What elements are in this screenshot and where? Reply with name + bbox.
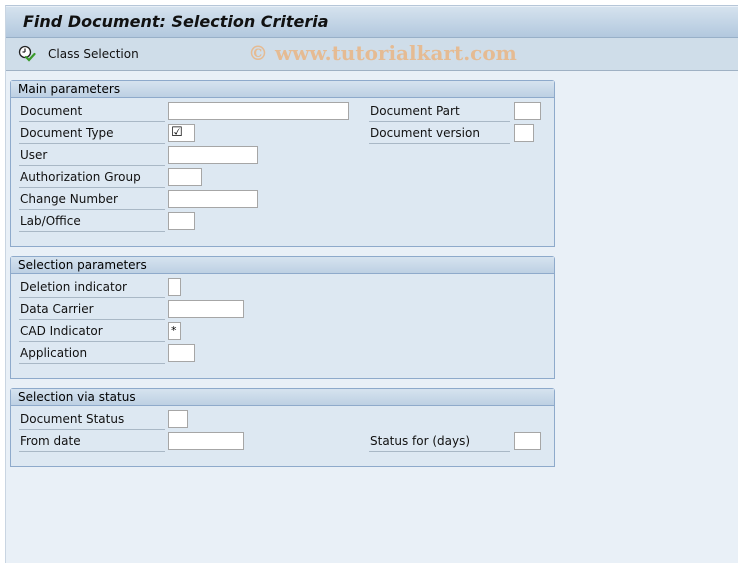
field-label: Document Part [369, 102, 510, 122]
from-date-input[interactable] [168, 432, 244, 450]
group-title: Selection via status [11, 389, 554, 406]
document-input[interactable] [168, 102, 349, 120]
row-application: Application [19, 344, 349, 364]
field-label: Data Carrier [19, 300, 165, 320]
field-label: Application [19, 344, 165, 364]
execute-clock-check-icon [18, 45, 36, 63]
field-label: User [19, 146, 165, 166]
document-part-input[interactable] [514, 102, 541, 120]
field-label: Document version [369, 124, 510, 144]
title-bar: Find Document: Selection Criteria [6, 7, 738, 38]
change-number-input[interactable] [168, 190, 258, 208]
row-document-version: Document version [369, 124, 549, 144]
row-change-number: Change Number [19, 190, 349, 210]
field-label: From date [19, 432, 165, 452]
group-title: Main parameters [11, 81, 554, 98]
group-main-parameters: Main parameters Document Document Type ☑… [10, 80, 555, 247]
row-status-for-days: Status for (days) [369, 432, 549, 452]
field-label: Document Type [19, 124, 165, 144]
authorization-group-input[interactable] [168, 168, 202, 186]
field-label: Status for (days) [369, 432, 510, 452]
field-label: Deletion indicator [19, 278, 165, 298]
group-selection-via-status: Selection via status Document Status Fro… [10, 388, 555, 467]
row-document-status: Document Status [19, 410, 349, 430]
field-label: Document Status [19, 410, 165, 430]
page-title: Find Document: Selection Criteria [23, 12, 329, 31]
row-document-part: Document Part [369, 102, 549, 122]
field-label: Document [19, 102, 165, 122]
row-document: Document [19, 102, 349, 122]
class-selection-button[interactable]: Class Selection [18, 44, 139, 64]
group-title: Selection parameters [11, 257, 554, 274]
field-label: Lab/Office [19, 212, 165, 232]
document-status-input[interactable] [168, 410, 188, 428]
row-lab-office: Lab/Office [19, 212, 349, 232]
row-authorization-group: Authorization Group [19, 168, 349, 188]
field-label: Change Number [19, 190, 165, 210]
lab-office-input[interactable] [168, 212, 195, 230]
class-selection-label: Class Selection [48, 47, 139, 61]
cad-indicator-input[interactable]: * [168, 322, 181, 340]
field-label: Authorization Group [19, 168, 165, 188]
sap-window: Find Document: Selection Criteria Class … [5, 5, 738, 563]
field-label: CAD Indicator [19, 322, 165, 342]
watermark-text: © www.tutorialkart.com [248, 41, 517, 65]
application-toolbar: Class Selection © www.tutorialkart.com [6, 38, 738, 71]
user-input[interactable] [168, 146, 258, 164]
document-version-input[interactable] [514, 124, 534, 142]
status-for-days-input[interactable] [514, 432, 541, 450]
group-selection-parameters: Selection parameters Deletion indicator … [10, 256, 555, 379]
deletion-indicator-input[interactable] [168, 278, 181, 296]
data-carrier-input[interactable] [168, 300, 244, 318]
row-deletion-indicator: Deletion indicator [19, 278, 349, 298]
row-data-carrier: Data Carrier [19, 300, 349, 320]
document-type-input[interactable]: ☑ [168, 124, 195, 142]
row-user: User [19, 146, 349, 166]
row-from-date: From date [19, 432, 349, 452]
row-cad-indicator: CAD Indicator * [19, 322, 349, 342]
application-input[interactable] [168, 344, 195, 362]
row-document-type: Document Type ☑ [19, 124, 349, 144]
